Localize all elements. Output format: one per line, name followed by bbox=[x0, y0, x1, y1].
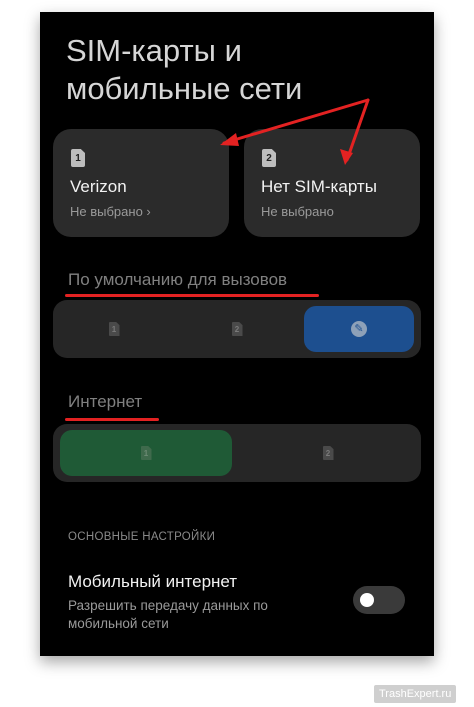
sim-2-name: Нет SIM-карты bbox=[261, 177, 377, 196]
sim-2-status: Не выбрано bbox=[261, 204, 334, 219]
sim-1-icon: 1 bbox=[140, 446, 152, 460]
sim-card-1[interactable]: 1 Verizon Не выбрано › bbox=[53, 129, 229, 237]
pencil-icon: ✎ bbox=[351, 321, 367, 337]
calls-option-ask[interactable]: ✎ bbox=[304, 306, 414, 352]
sim-1-icon: 1 bbox=[71, 149, 85, 167]
calls-sim-selector: 1 2 ✎ bbox=[53, 300, 421, 358]
calls-label-underline bbox=[65, 294, 319, 297]
phone-screen: SIM-карты и мобильные сети 1 Verizon Не … bbox=[40, 12, 434, 656]
toggle-knob bbox=[360, 593, 374, 607]
page-title: SIM-карты и мобильные сети bbox=[66, 33, 303, 106]
sim-2-icon: 2 bbox=[262, 149, 276, 167]
watermark: TrashExpert.ru bbox=[374, 685, 457, 703]
sim-1-name: Verizon bbox=[70, 177, 127, 196]
internet-option-sim-2[interactable]: 2 bbox=[242, 430, 414, 476]
internet-option-sim-1[interactable]: 1 bbox=[60, 430, 232, 476]
internet-label-underline bbox=[65, 418, 159, 421]
sim-1-status: Не выбрано › bbox=[70, 204, 151, 219]
sim-1-icon: 1 bbox=[108, 322, 120, 336]
mobile-data-description: Разрешить передачу данных по мобильной с… bbox=[68, 598, 268, 631]
mobile-data-toggle[interactable] bbox=[353, 586, 405, 614]
mobile-data-title: Мобильный интернет bbox=[68, 572, 238, 591]
sim-card-2[interactable]: 2 Нет SIM-карты Не выбрано bbox=[244, 129, 420, 237]
calls-option-sim-2[interactable]: 2 bbox=[182, 306, 292, 352]
calls-default-label: По умолчанию для вызовов bbox=[68, 270, 288, 289]
sim-2-icon: 2 bbox=[231, 322, 243, 336]
internet-label: Интернет bbox=[68, 392, 143, 411]
basic-settings-header: ОСНОВНЫЕ НАСТРОЙКИ bbox=[68, 531, 216, 543]
sim-2-icon: 2 bbox=[322, 446, 334, 460]
calls-option-sim-1[interactable]: 1 bbox=[59, 306, 169, 352]
internet-sim-selector: 1 2 bbox=[53, 424, 421, 482]
